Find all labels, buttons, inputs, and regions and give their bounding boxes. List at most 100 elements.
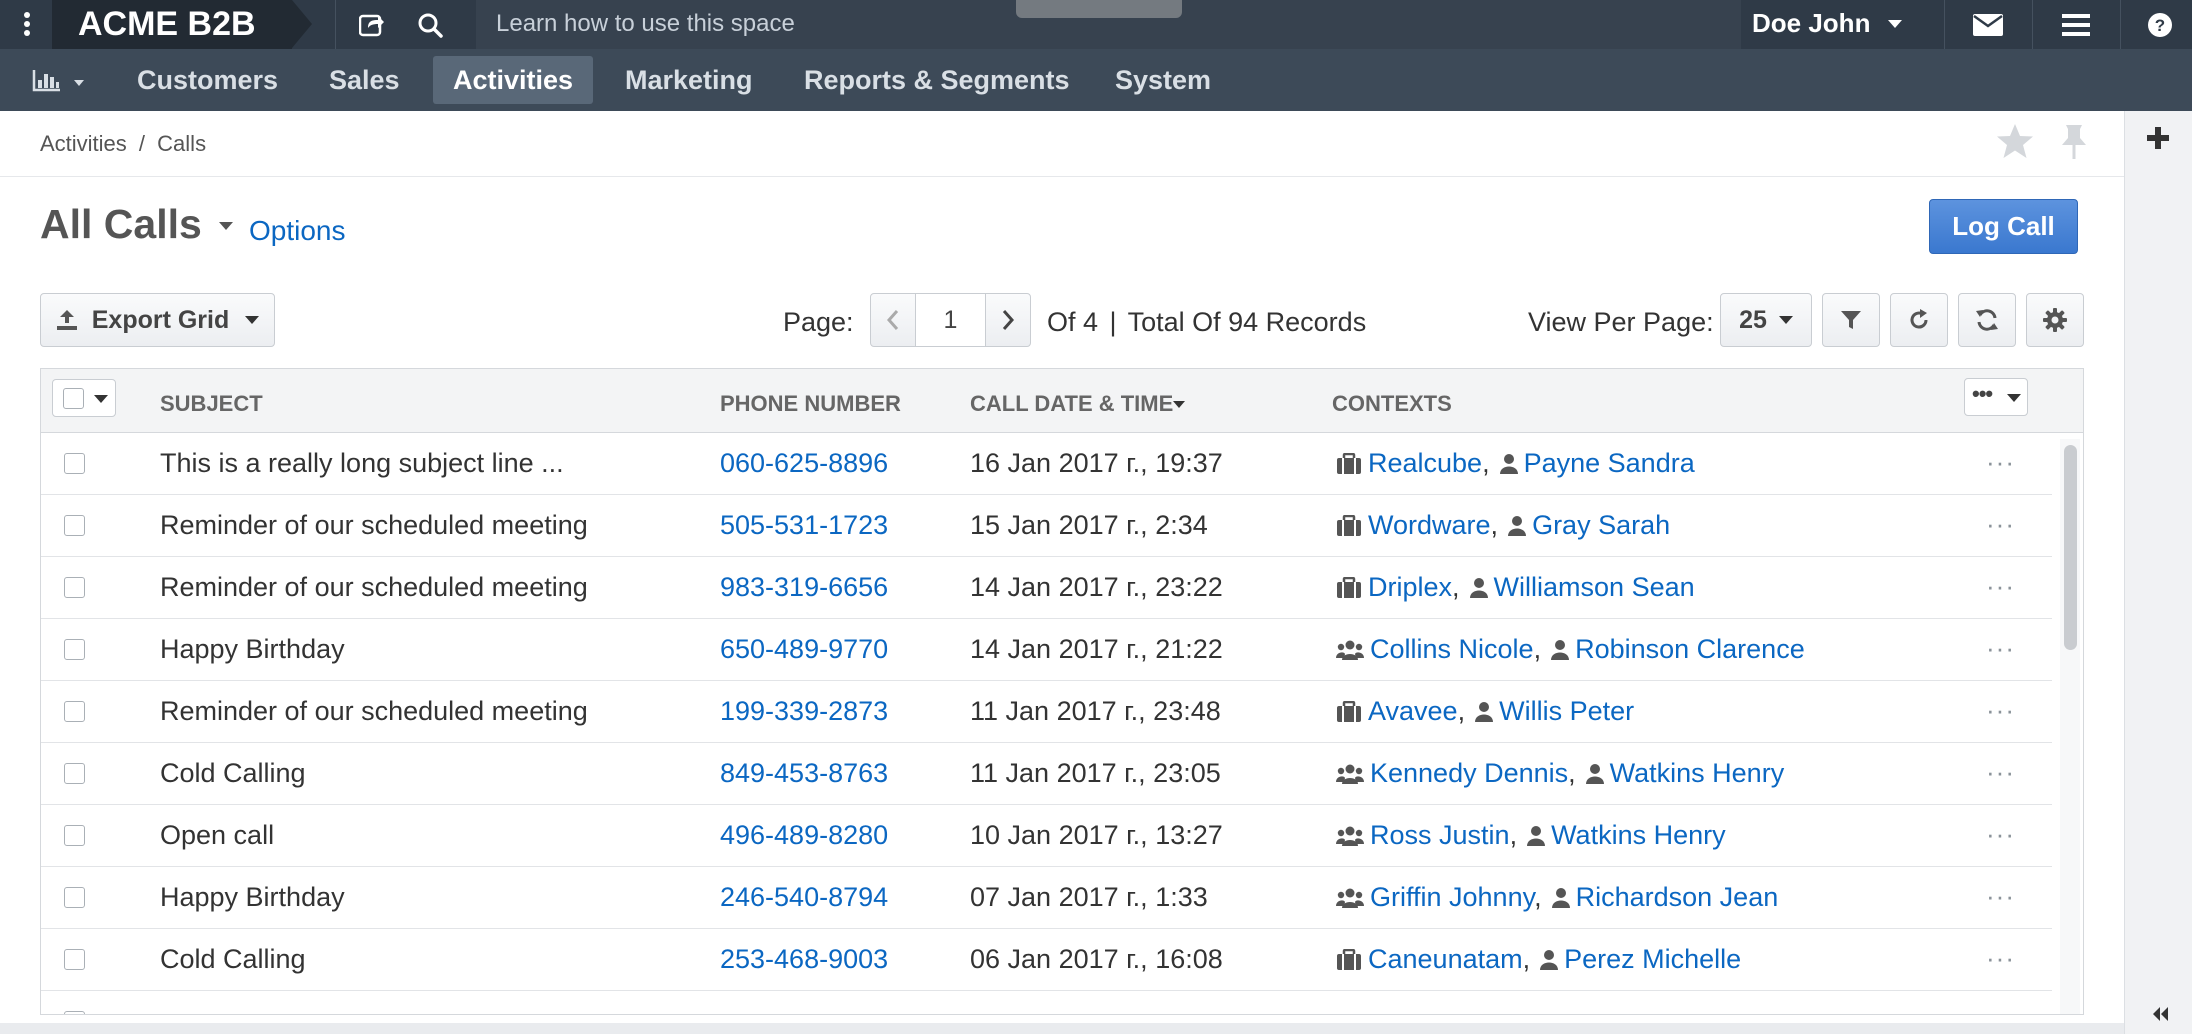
breadcrumb-parent[interactable]: Activities bbox=[40, 131, 127, 156]
table-row[interactable]: Open call 496-489-8280 10 Jan 2017 г., 13:… bbox=[41, 805, 2052, 867]
row-checkbox[interactable] bbox=[64, 1011, 85, 1014]
context-link-contact[interactable]: Gray Sarah bbox=[1532, 510, 1670, 540]
row-checkbox[interactable] bbox=[64, 825, 85, 846]
table-row[interactable]: Happy Birthday 246-540-8794 07 Jan 2017 г.… bbox=[41, 867, 2052, 929]
table-row[interactable]: Cold Calling 253-468-9003 06 Jan 2017 г., … bbox=[41, 929, 2052, 991]
phone-link[interactable]: 060-625-8896 bbox=[720, 433, 888, 494]
nav-marketing[interactable]: Marketing bbox=[605, 56, 773, 104]
envelope-icon[interactable] bbox=[1956, 0, 2020, 49]
context-link-contact[interactable]: Robinson Clarence bbox=[1575, 634, 1805, 664]
table-row[interactable]: Reminder of our scheduled meeting 983-319… bbox=[41, 557, 2052, 619]
row-checkbox[interactable] bbox=[64, 515, 85, 536]
refresh-button[interactable] bbox=[1958, 293, 2016, 347]
select-all-checkbox[interactable] bbox=[63, 388, 84, 409]
nav-reports-segments[interactable]: Reports & Segments bbox=[784, 56, 1090, 104]
context-link-primary[interactable]: Caneunatam bbox=[1368, 944, 1523, 974]
row-checkbox[interactable] bbox=[64, 763, 85, 784]
nav-sales[interactable]: Sales bbox=[309, 56, 420, 104]
collapse-sidebar-icon[interactable] bbox=[2149, 1003, 2171, 1025]
row-actions-icon[interactable]: ··· bbox=[1986, 433, 2015, 491]
column-actions-menu[interactable]: ••• bbox=[1964, 378, 2028, 416]
sidebar-toggle-tab[interactable] bbox=[1016, 0, 1182, 18]
row-checkbox[interactable] bbox=[64, 887, 85, 908]
main-menu-icon[interactable] bbox=[14, 10, 40, 40]
log-call-button[interactable]: Log Call bbox=[1929, 199, 2078, 254]
help-icon[interactable]: ? bbox=[2132, 0, 2188, 49]
phone-link[interactable]: 983-319-6656 bbox=[720, 557, 888, 618]
user-icon bbox=[1469, 578, 1488, 598]
phone-link[interactable]: 505-531-1723 bbox=[720, 495, 888, 556]
row-actions-icon[interactable]: ··· bbox=[1986, 681, 2015, 739]
context-link-primary[interactable]: Collins Nicole bbox=[1370, 634, 1534, 664]
row-actions-icon[interactable]: ··· bbox=[1986, 743, 2015, 801]
phone-link[interactable]: 246-540-8794 bbox=[720, 867, 888, 928]
nav-customers[interactable]: Customers bbox=[117, 56, 298, 104]
context-link-primary[interactable]: Realcube bbox=[1368, 448, 1482, 478]
search-icon[interactable] bbox=[410, 0, 450, 49]
page-number-input[interactable]: 1 bbox=[915, 293, 986, 347]
context-link-primary[interactable]: Griffin Johnny bbox=[1370, 882, 1534, 912]
plus-icon[interactable] bbox=[2145, 125, 2171, 151]
table-row[interactable]: Reminder of our scheduled meeting 505-531… bbox=[41, 495, 2052, 557]
row-actions-icon[interactable]: ··· bbox=[1986, 557, 2015, 615]
context-link-primary[interactable]: Avavee bbox=[1368, 696, 1458, 726]
row-checkbox[interactable] bbox=[64, 701, 85, 722]
table-row[interactable]: Reminder of our scheduled meeting 199-339… bbox=[41, 681, 2052, 743]
phone-link[interactable]: 253-468-9003 bbox=[720, 929, 888, 990]
reset-button[interactable] bbox=[1890, 293, 1948, 347]
row-actions-icon[interactable]: ··· bbox=[1986, 619, 2015, 677]
row-checkbox[interactable] bbox=[64, 949, 85, 970]
context-link-contact[interactable]: Williamson Sean bbox=[1494, 572, 1695, 602]
menu-list-icon[interactable] bbox=[2044, 0, 2108, 49]
context-link-contact[interactable]: Perez Michelle bbox=[1564, 944, 1741, 974]
context-link-contact[interactable]: Richardson Jean bbox=[1576, 882, 1779, 912]
table-row[interactable]: Cold Calling 849-453-8763 11 Jan 2017 г., … bbox=[41, 743, 2052, 805]
next-page-button[interactable] bbox=[985, 293, 1031, 347]
grid-scrollbar-thumb[interactable] bbox=[2064, 445, 2077, 650]
context-link-primary[interactable]: Driplex bbox=[1368, 572, 1452, 602]
table-row[interactable]: Happy Birthday 650-489-9770 14 Jan 2017 г.… bbox=[41, 619, 2052, 681]
row-checkbox[interactable] bbox=[64, 577, 85, 598]
phone-link[interactable]: 199-339-2873 bbox=[720, 681, 888, 742]
row-actions-icon[interactable]: ··· bbox=[1986, 805, 2015, 863]
row-actions-icon[interactable]: ··· bbox=[1986, 867, 2015, 925]
table-row[interactable] bbox=[41, 991, 2052, 1014]
context-link-contact[interactable]: Payne Sandra bbox=[1524, 448, 1695, 478]
grid-settings-button[interactable] bbox=[2026, 293, 2084, 347]
app-logo[interactable]: ACME B2B bbox=[52, 0, 312, 49]
users-icon bbox=[1336, 826, 1364, 846]
table-row[interactable]: This is a really long subject line ... 06… bbox=[41, 433, 2052, 495]
column-contexts[interactable]: CONTEXTS bbox=[1332, 391, 1452, 417]
search-bar[interactable]: Learn how to use this space bbox=[476, 0, 1741, 49]
phone-link[interactable]: 849-453-8763 bbox=[720, 743, 888, 804]
column-subject[interactable]: SUBJECT bbox=[160, 391, 263, 417]
user-menu[interactable]: Doe John bbox=[1752, 0, 1902, 49]
export-grid-button[interactable]: Export Grid bbox=[40, 293, 275, 347]
select-all-dropdown[interactable] bbox=[52, 379, 116, 417]
phone-link[interactable]: 496-489-8280 bbox=[720, 805, 888, 866]
context-link-primary[interactable]: Kennedy Dennis bbox=[1370, 758, 1568, 788]
column-call-date-time[interactable]: CALL DATE & TIME bbox=[970, 391, 1186, 417]
page-title[interactable]: All Calls bbox=[40, 201, 234, 248]
row-actions-icon[interactable]: ··· bbox=[1986, 495, 2015, 553]
per-page-select[interactable]: 25 bbox=[1720, 293, 1812, 347]
context-link-contact[interactable]: Watkins Henry bbox=[1551, 820, 1726, 850]
row-checkbox[interactable] bbox=[64, 639, 85, 660]
dashboard-menu[interactable] bbox=[22, 56, 92, 104]
context-link-contact[interactable]: Watkins Henry bbox=[1610, 758, 1785, 788]
row-checkbox[interactable] bbox=[64, 453, 85, 474]
nav-activities[interactable]: Activities bbox=[433, 56, 594, 104]
star-icon[interactable] bbox=[1996, 123, 2034, 164]
row-actions-icon[interactable]: ··· bbox=[1986, 929, 2015, 987]
context-link-contact[interactable]: Willis Peter bbox=[1499, 696, 1634, 726]
column-phone-number[interactable]: PHONE NUMBER bbox=[720, 391, 901, 417]
options-link[interactable]: Options bbox=[249, 215, 346, 247]
nav-system[interactable]: System bbox=[1095, 56, 1231, 104]
prev-page-button[interactable] bbox=[870, 293, 916, 347]
context-link-primary[interactable]: Wordware bbox=[1368, 510, 1491, 540]
phone-link[interactable]: 650-489-9770 bbox=[720, 619, 888, 680]
context-link-primary[interactable]: Ross Justin bbox=[1370, 820, 1510, 850]
shortcut-icon[interactable] bbox=[352, 0, 392, 49]
filter-button[interactable] bbox=[1822, 293, 1880, 347]
pin-icon[interactable] bbox=[2058, 123, 2090, 166]
